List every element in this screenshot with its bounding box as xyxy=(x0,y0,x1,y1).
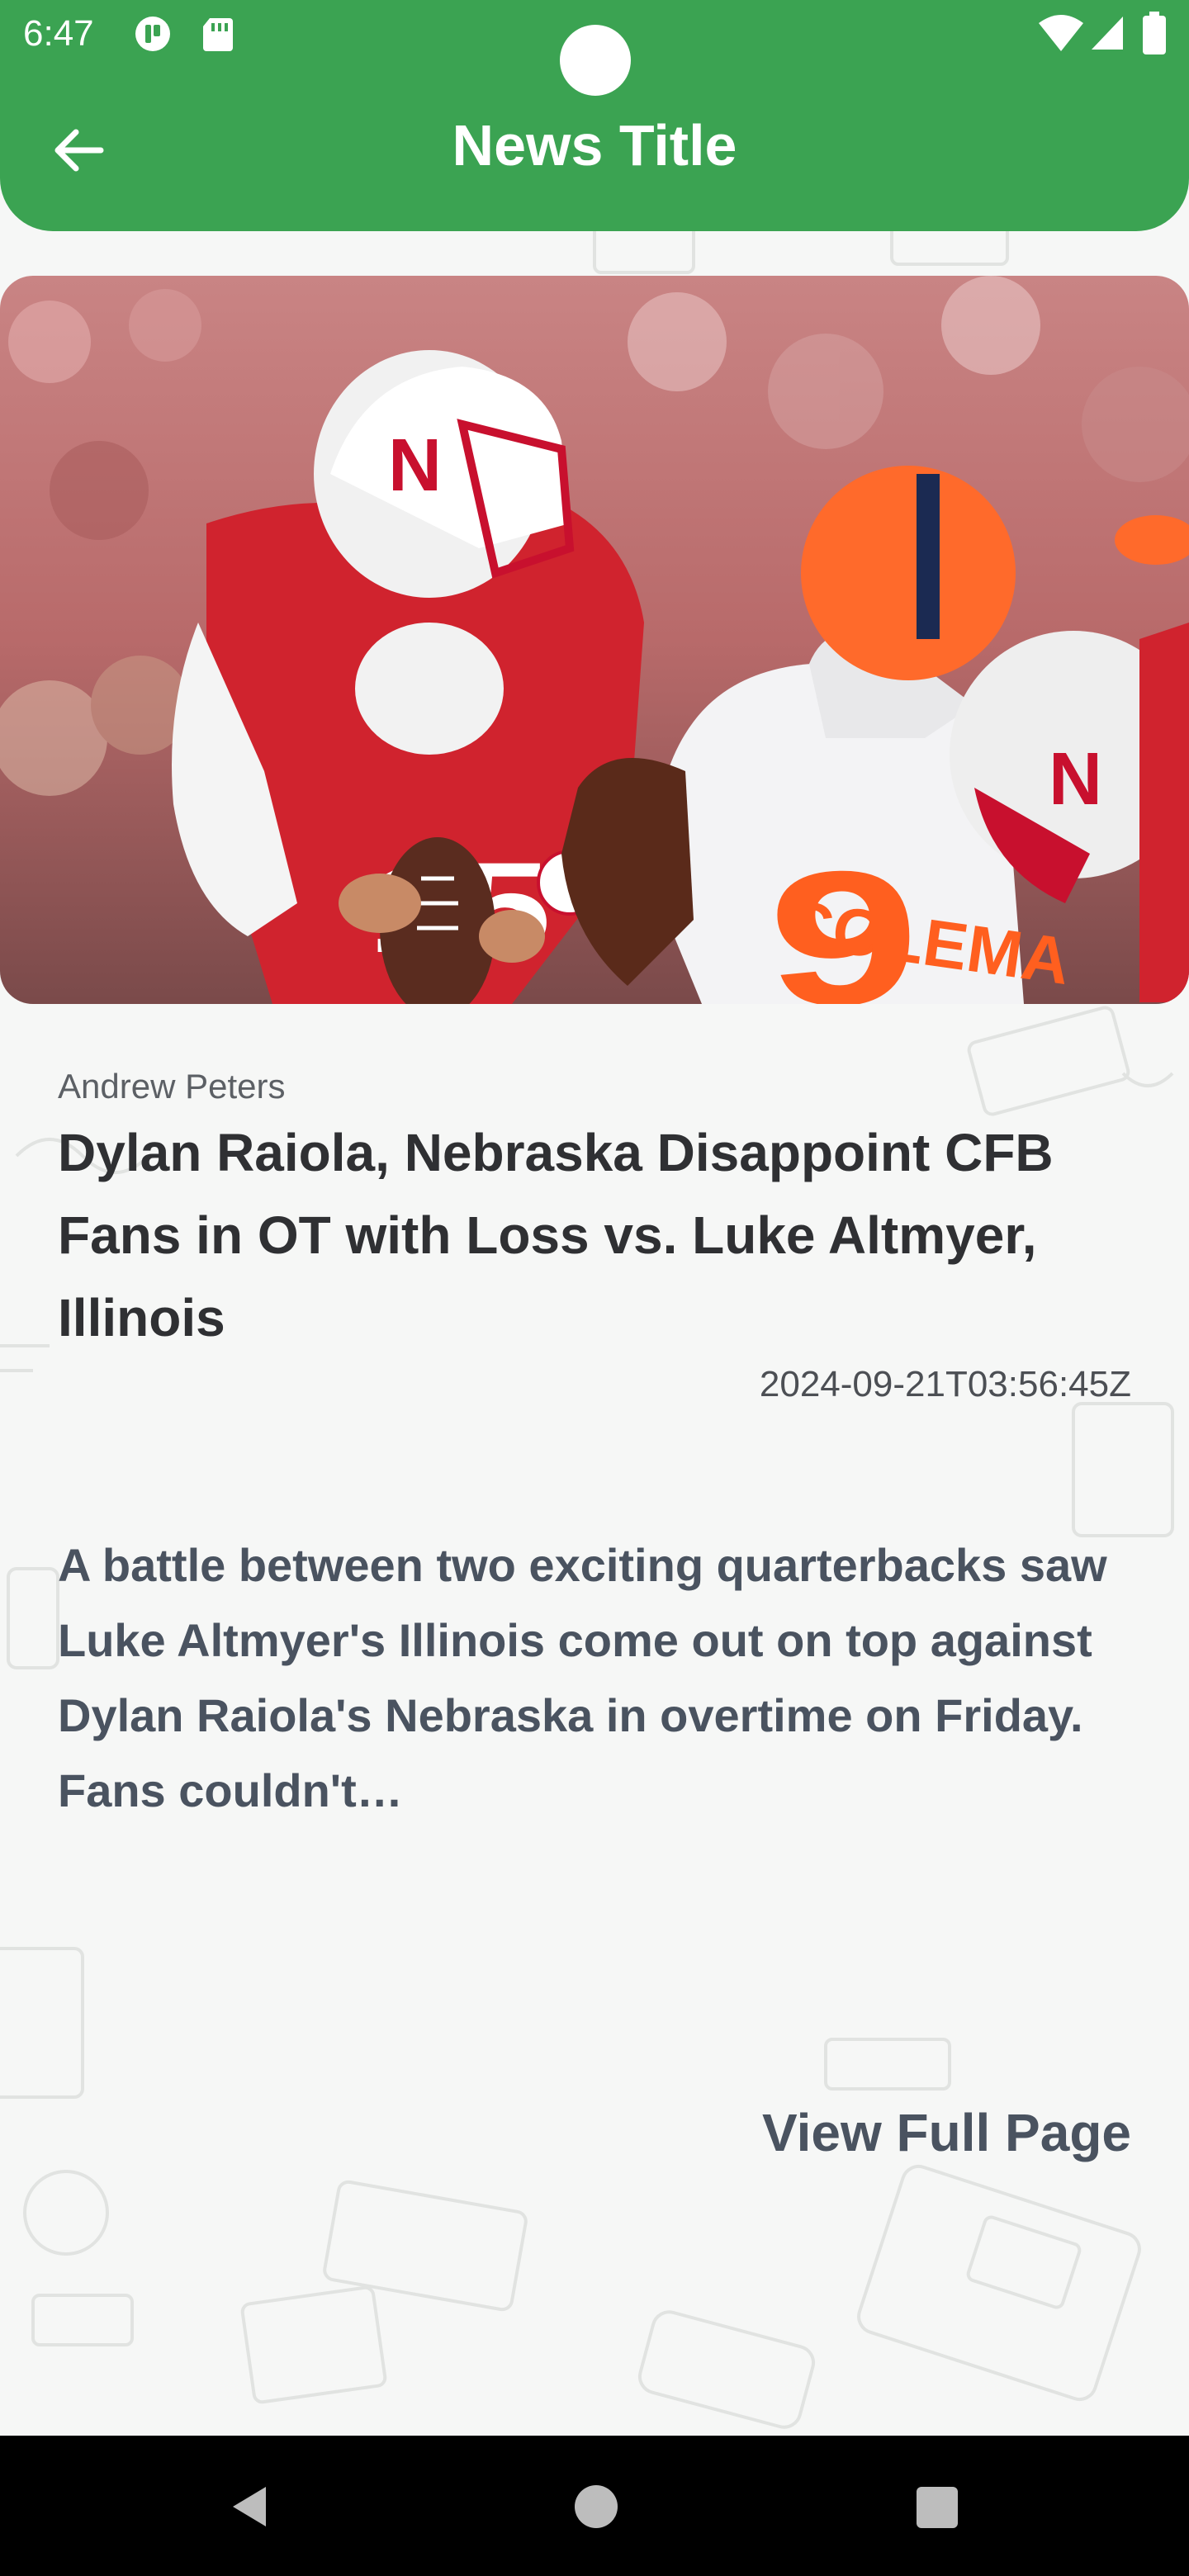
svg-text:N: N xyxy=(388,424,442,507)
svg-text:N: N xyxy=(1049,738,1102,821)
sd-card-icon xyxy=(203,18,233,51)
wifi-icon xyxy=(1039,15,1083,51)
football-players-photo[interactable]: N 15 COLEMA 9 N xyxy=(0,276,1189,1004)
camera-cutout xyxy=(560,25,631,96)
nav-back-icon[interactable] xyxy=(225,2482,274,2531)
article-summary: A battle between two exciting quarterbac… xyxy=(58,1539,1107,1816)
article-author: Andrew Peters xyxy=(58,1067,286,1106)
battery-icon xyxy=(1143,12,1166,54)
app-notification-icon xyxy=(135,17,170,51)
article-headline: Dylan Raiola, Nebraska Disappoint CFB Fa… xyxy=(58,1123,1054,1347)
view-full-page-button[interactable]: View Full Page xyxy=(762,2102,1131,2163)
status-time: 6:47 xyxy=(23,13,94,54)
nav-home-icon[interactable] xyxy=(575,2485,618,2528)
nav-recents-icon[interactable] xyxy=(917,2487,958,2528)
page-title: News Title xyxy=(452,113,737,178)
article-timestamp: 2024-09-21T03:56:45Z xyxy=(759,1364,1131,1404)
svg-text:9: 9 xyxy=(768,832,920,1004)
top-app-bar: 6:47 News Title xyxy=(0,0,1189,231)
article-image: N 15 COLEMA 9 N xyxy=(0,276,1189,1004)
cell-signal-icon xyxy=(1092,17,1123,50)
